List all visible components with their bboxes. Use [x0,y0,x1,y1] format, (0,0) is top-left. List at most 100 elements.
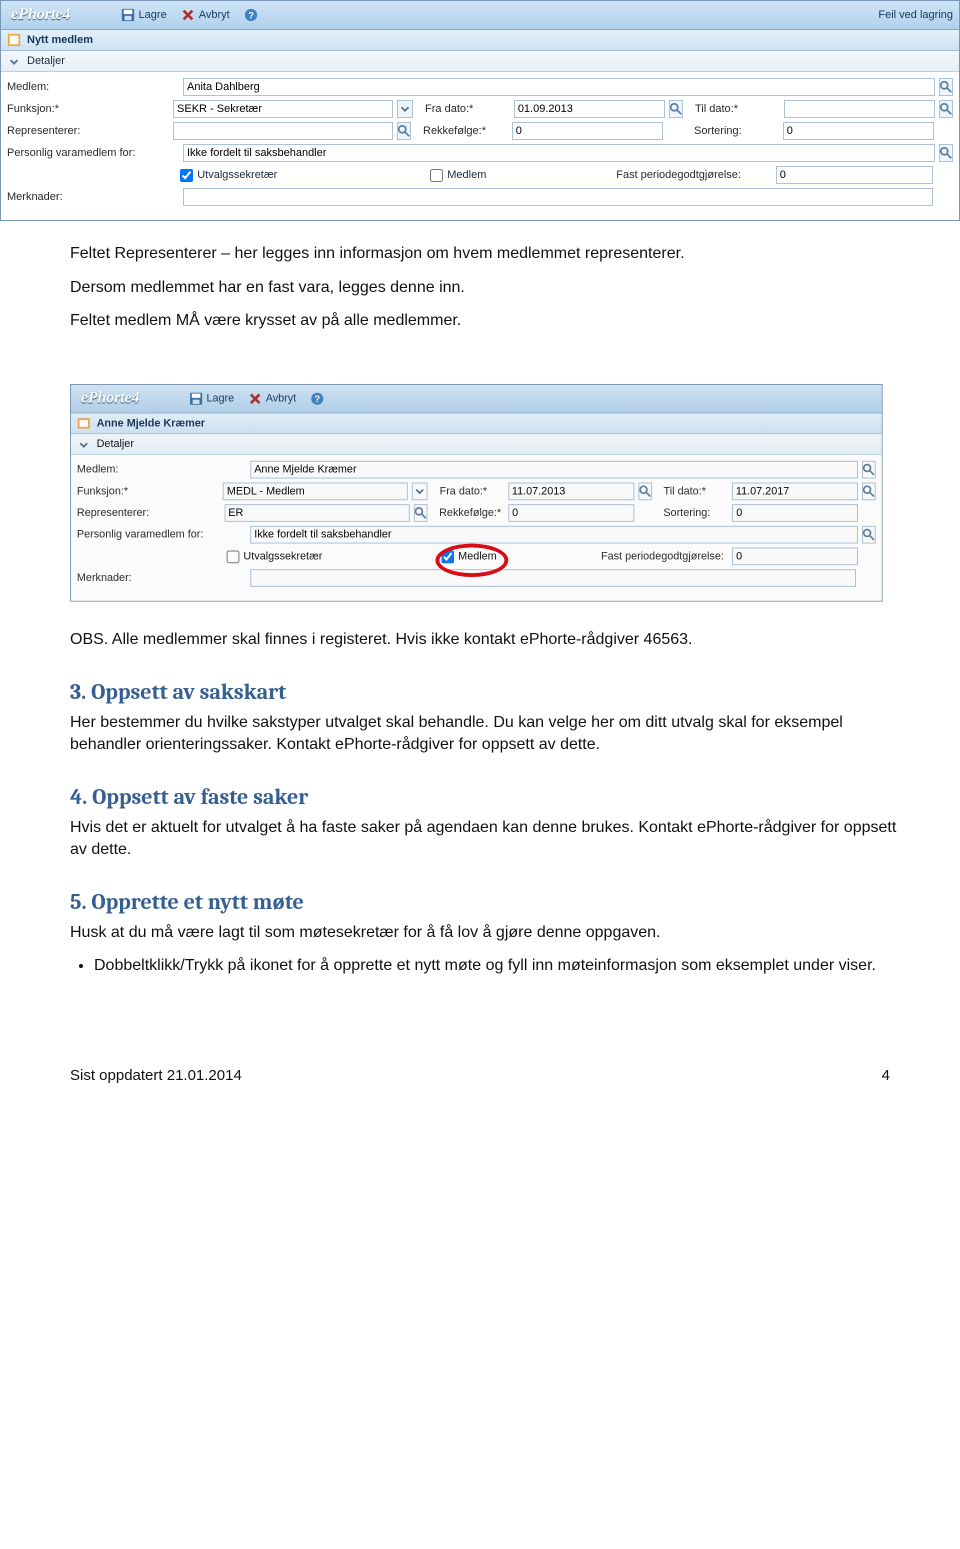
fra-dato-field-2[interactable] [508,482,634,500]
utvalgssekretaer-checkbox[interactable] [180,169,193,182]
save-button[interactable]: Lagre [117,6,171,24]
chevron-down-icon [413,484,427,498]
details-section-header[interactable]: Detaljer [1,51,959,72]
search-icon [638,484,652,498]
til-dato-field-2[interactable] [732,482,858,500]
new-member-icon [7,33,21,47]
help-icon: ? [310,392,324,406]
search-icon [862,528,876,542]
search-icon [397,124,411,138]
rekkefolge-field-2[interactable] [508,504,634,522]
search-icon [939,146,953,160]
form-area: Medlem: Funksjon:* Fra dato:* Til dato:* [1,72,959,220]
sortering-field-2[interactable] [732,504,858,522]
collapse-icon [77,437,91,451]
representerer-lookup-2[interactable] [413,504,427,522]
chevron-down-icon [398,102,412,116]
fast-periode-field-2[interactable] [732,547,858,565]
search-icon [939,80,953,94]
svg-text:?: ? [314,394,320,405]
medlem-field[interactable] [183,78,935,96]
personlig-field-2[interactable] [250,526,858,544]
medlem-checkbox-label: Medlem [447,169,486,181]
til-dato-picker-button[interactable] [939,100,953,118]
help-button-2[interactable]: ? [306,390,328,408]
para-h5: Husk at du må være lagt til som møtesekr… [70,922,900,944]
bullet-1: Dobbeltklikk/Trykk på ikonet for å oppre… [94,955,900,977]
label-funksjon: Funksjon:* [7,103,169,115]
til-dato-field[interactable] [784,100,935,118]
label-medlem: Medlem: [7,81,179,93]
window2-subtitle: Anne Mjelde Kræmer [97,417,205,429]
svg-text:?: ? [248,11,254,22]
help-button[interactable]: ? [240,6,262,24]
footer-updated: Sist oppdatert 21.01.2014 [70,1067,242,1084]
personlig-lookup-button[interactable] [939,144,953,162]
cancel-button-2-label: Avbryt [266,393,297,405]
funksjon-field[interactable] [173,100,393,118]
til-dato-picker-2[interactable] [862,482,876,500]
heading-nytt-mote: 5. Opprette et nytt møte [70,888,900,918]
cancel-icon [248,392,262,406]
cancel-button[interactable]: Avbryt [177,6,234,24]
save-icon [189,392,203,406]
label-representerer-2: Representerer: [77,507,221,519]
funksjon-dropdown-button[interactable] [397,100,413,118]
heading-faste-saker: 4. Oppsett av faste saker [70,783,900,813]
rekkefolge-field[interactable] [512,122,663,140]
medlem-field-2[interactable] [250,461,858,479]
representerer-field[interactable] [173,122,393,140]
label-funksjon-2: Funksjon:* [77,485,219,497]
lookup-medlem-button-2[interactable] [862,461,876,479]
document-body-2: OBS. Alle medlemmer skal finnes i regist… [0,609,960,1007]
search-icon [413,506,427,520]
window2-toolbar: ePhorte4 Lagre Avbryt ? [71,385,882,414]
fast-periode-field[interactable] [776,166,934,184]
funksjon-field-2[interactable] [223,482,408,500]
label-merknader-2: Merknader: [77,572,246,584]
window-toolbar: ePhorte4 Lagre Avbryt ? Feil ved lagring [1,1,959,30]
label-sortering: Sortering: [694,125,779,137]
funksjon-dd-2[interactable] [412,482,428,500]
save-button-2[interactable]: Lagre [185,390,238,408]
fra-dato-picker-2[interactable] [638,482,652,500]
medlem-checkbox-2[interactable] [441,550,454,563]
save-button-2-label: Lagre [206,393,234,405]
lookup-medlem-button[interactable] [939,78,953,96]
medlem-checkbox[interactable] [430,169,443,182]
label-til-dato-2: Til dato:* [664,485,728,497]
utvalgssekretaer-label-2: Utvalgssekretær [243,550,322,562]
utvalgssekretaer-label: Utvalgssekretær [197,169,277,181]
app-logo-2: ePhorte4 [77,388,149,410]
fra-dato-picker-button[interactable] [669,100,683,118]
label-personlig: Personlig varamedlem for: [7,147,179,159]
representerer-lookup-button[interactable] [397,122,411,140]
save-icon [121,8,135,22]
label-medlem-2: Medlem: [77,464,246,476]
ephorte-window-1: ePhorte4 Lagre Avbryt ? Feil ved lagring [0,0,960,221]
merknader-field[interactable] [183,188,933,206]
merknader-field-2[interactable] [250,569,856,587]
label-rekkefolge-2: Rekkefølge:* [439,507,504,519]
save-button-label: Lagre [139,9,167,21]
para-h4: Hvis det er aktuelt for utvalget å ha fa… [70,817,900,860]
sortering-field[interactable] [783,122,934,140]
fra-dato-field[interactable] [514,100,665,118]
search-icon [862,484,876,498]
personlig-lookup-2[interactable] [862,526,876,544]
cancel-button-label: Avbryt [199,9,230,21]
personlig-vara-field[interactable] [183,144,935,162]
label-fra-dato: Fra dato:* [425,103,510,115]
utvalgssekretaer-checkbox-2[interactable] [227,550,240,563]
cancel-button-2[interactable]: Avbryt [244,390,300,408]
ephorte-window-2: ePhorte4 Lagre Avbryt ? Anne Mjelde Kræm… [70,384,883,602]
window-subbar: Nytt medlem [1,30,959,51]
medlem-checkbox-label-2: Medlem [458,550,497,562]
representerer-field-2[interactable] [224,504,409,522]
label-fast-periode: Fast periodegodtgjørelse: [616,169,771,181]
details2-label: Detaljer [97,438,134,450]
para-h3: Her bestemmer du hvilke sakstyper utvalg… [70,712,900,755]
details2-header[interactable]: Detaljer [71,434,882,455]
label-sortering-2: Sortering: [663,507,728,519]
search-icon [669,102,683,116]
